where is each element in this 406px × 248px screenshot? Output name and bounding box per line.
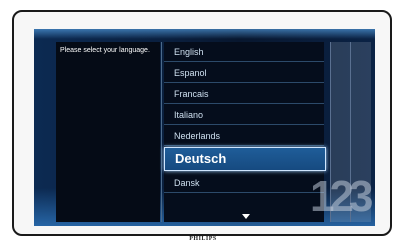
language-item-espanol[interactable]: Espanol (164, 63, 324, 83)
language-item-francais[interactable]: Francais (164, 84, 324, 104)
language-item-nederlands[interactable]: Nederlands (164, 126, 324, 146)
screen-top-glow (34, 29, 375, 39)
language-prompt: Please select your language. (60, 47, 150, 54)
language-item-english[interactable]: English (164, 42, 324, 62)
brand-logo: PHILIPS (189, 236, 217, 242)
panel-divider (161, 42, 162, 222)
language-list: English Espanol Francais Italiano Nederl… (164, 42, 326, 222)
prompt-panel: Please select your language. (56, 42, 160, 222)
scroll-down-arrow-icon[interactable] (242, 214, 250, 219)
language-item-deutsch-selected[interactable]: Deutsch (164, 147, 326, 171)
language-item-italiano[interactable]: Italiano (164, 105, 324, 125)
tv-screen: Please select your language. English Esp… (34, 29, 375, 226)
language-item-dansk[interactable]: Dansk (164, 173, 324, 193)
page-indicator: 123 (310, 172, 373, 221)
